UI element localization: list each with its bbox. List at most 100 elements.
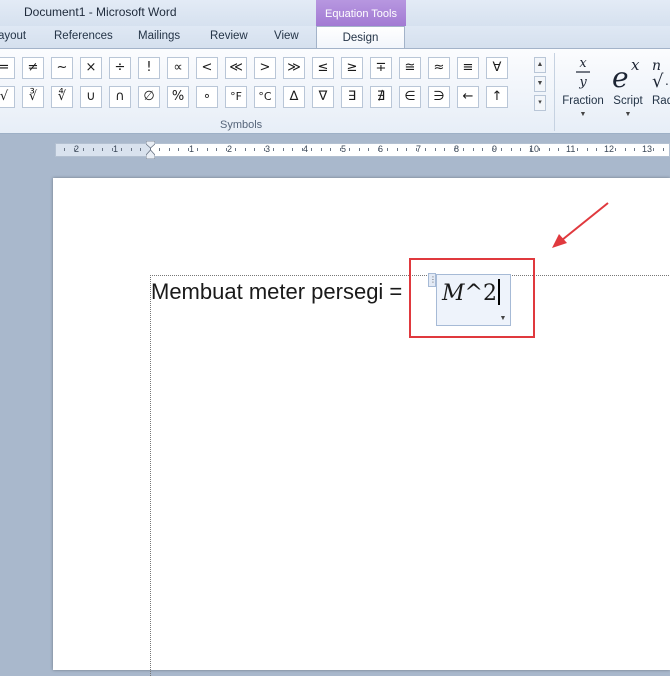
ruler-margin-area (56, 144, 151, 156)
symbol-button[interactable]: ∃ (341, 86, 363, 108)
symbol-button[interactable]: % (167, 86, 189, 108)
tab-page-layout[interactable]: ayout (0, 30, 26, 42)
symbol-button[interactable]: ∪ (80, 86, 102, 108)
gallery-scroll-up[interactable]: ▲ (534, 57, 546, 73)
ruler-tick (596, 148, 597, 151)
ruler-tick (387, 148, 388, 151)
ruler-tick (378, 148, 379, 151)
tab-mailings[interactable]: Mailings (138, 30, 180, 42)
symbol-button[interactable]: ∀ (486, 57, 508, 79)
ruler-tick (435, 148, 436, 151)
tab-review[interactable]: Review (210, 30, 248, 42)
ruler-tick (397, 148, 398, 151)
symbol-button[interactable]: × (80, 57, 102, 79)
ruler-tick (482, 148, 483, 151)
svg-text:√: √ (652, 71, 664, 92)
ruler-tick (577, 148, 578, 151)
symbol-button[interactable]: ∈ (399, 86, 421, 108)
ruler-tick (653, 148, 654, 151)
symbol-button[interactable]: ≅ (399, 57, 421, 79)
symbol-button[interactable]: ≤ (312, 57, 334, 79)
symbol-button[interactable]: ≡ (457, 57, 479, 79)
chevron-down-icon: ▼ (579, 111, 587, 118)
symbol-button[interactable]: ∜ (51, 86, 73, 108)
ruler-tick (511, 148, 512, 151)
symbol-button[interactable]: ∝ (167, 57, 189, 79)
symbol-button[interactable]: ∋ (428, 86, 450, 108)
ruler-tick (454, 148, 455, 151)
symbol-button[interactable]: ~ (51, 57, 73, 79)
svg-text:y: y (578, 75, 587, 90)
symbol-button[interactable]: ≫ (283, 57, 305, 79)
ruler-tick (159, 148, 160, 151)
symbol-button[interactable]: ∄ (370, 86, 392, 108)
ruler-tick (663, 148, 664, 151)
symbol-button[interactable]: ∆ (283, 86, 305, 108)
document-text-line[interactable]: Membuat meter persegi = (151, 279, 408, 305)
group-separator (554, 53, 555, 131)
ribbon: = ≠ ~ × ÷! ∝ < ≪ > ≫ ≤ ≥ ∓ ≅ ≈ ≡ ∀ √ ∛ ∜ ∪ ∩ ∅% ∘ °F °C ∆ ∇ ∃ ∄ ∈ ∋ ← ↑ ▲… (0, 48, 670, 134)
fraction-icon: x y (576, 56, 590, 90)
symbol-button[interactable]: ∛ (22, 86, 44, 108)
ruler-tick (169, 148, 170, 151)
radical-button[interactable]: n √ . Rad (650, 53, 670, 127)
symbol-button[interactable]: °C (254, 86, 276, 108)
symbol-button[interactable]: ∇ (312, 86, 334, 108)
ruler-tick (549, 148, 550, 151)
ruler-tick (368, 148, 369, 151)
symbol-button[interactable]: ↑ (486, 86, 508, 108)
symbol-button[interactable]: ≪ (225, 57, 247, 79)
symbol-button[interactable]: ÷ (109, 57, 131, 79)
ruler-number: 5 (341, 144, 347, 154)
ruler-tick (188, 148, 189, 151)
ruler-tick (644, 148, 645, 151)
ruler-tick (473, 148, 474, 151)
ruler-tick (74, 148, 75, 151)
ruler-tick (349, 148, 350, 151)
symbol-button[interactable]: ≥ (341, 57, 363, 79)
horizontal-ruler[interactable]: 2 1 1 2 3 4 5 6 7 8 9 10 11 12 13 (55, 141, 670, 159)
annotation-arrow-icon (552, 202, 609, 248)
ruler-tick (178, 148, 179, 151)
svg-text:x: x (631, 56, 640, 74)
ruler-tick (207, 148, 208, 151)
ruler-tick (121, 148, 122, 151)
ruler-tick (359, 148, 360, 151)
symbol-button[interactable]: ≈ (428, 57, 450, 79)
ruler-tick (520, 148, 521, 151)
script-icon: e x (612, 56, 640, 94)
window-title: Document1 - Microsoft Word (24, 5, 177, 19)
tab-design[interactable]: Design (316, 26, 405, 49)
symbol-button[interactable]: √ (0, 86, 15, 108)
tab-references[interactable]: References (54, 30, 113, 42)
ruler-tick (340, 148, 341, 151)
script-label: Script (613, 95, 643, 107)
symbol-button[interactable]: = (0, 57, 15, 79)
symbol-button[interactable]: < (196, 57, 218, 79)
ruler-number: 3 (265, 144, 271, 154)
tab-view[interactable]: View (274, 30, 299, 42)
symbol-button[interactable]: ← (457, 86, 479, 108)
symbol-button[interactable]: ∓ (370, 57, 392, 79)
indent-marker-icon[interactable] (146, 141, 155, 159)
symbol-button[interactable]: ! (138, 57, 160, 79)
symbol-button[interactable]: ∩ (109, 86, 131, 108)
document-text: Membuat meter persegi = (151, 279, 409, 304)
ruler-tick (235, 148, 236, 151)
symbol-button[interactable]: ≠ (22, 57, 44, 79)
ruler-tick (264, 148, 265, 151)
gallery-scroll-down[interactable]: ▼ (534, 76, 546, 92)
ruler-tick (501, 148, 502, 151)
symbol-button[interactable]: ∘ (196, 86, 218, 108)
ruler-tick (615, 148, 616, 151)
gallery-more-button[interactable]: ▾ (534, 95, 546, 111)
ruler-tick (102, 148, 103, 151)
ruler-tick (587, 148, 588, 151)
symbol-button[interactable]: ∅ (138, 86, 160, 108)
symbol-button[interactable]: °F (225, 86, 247, 108)
fraction-button[interactable]: x y Fraction ▼ (560, 53, 606, 127)
svg-text:e: e (612, 61, 629, 93)
symbol-button[interactable]: > (254, 57, 276, 79)
script-button[interactable]: e x Script ▼ (607, 53, 649, 127)
ruler-tick (64, 148, 65, 151)
